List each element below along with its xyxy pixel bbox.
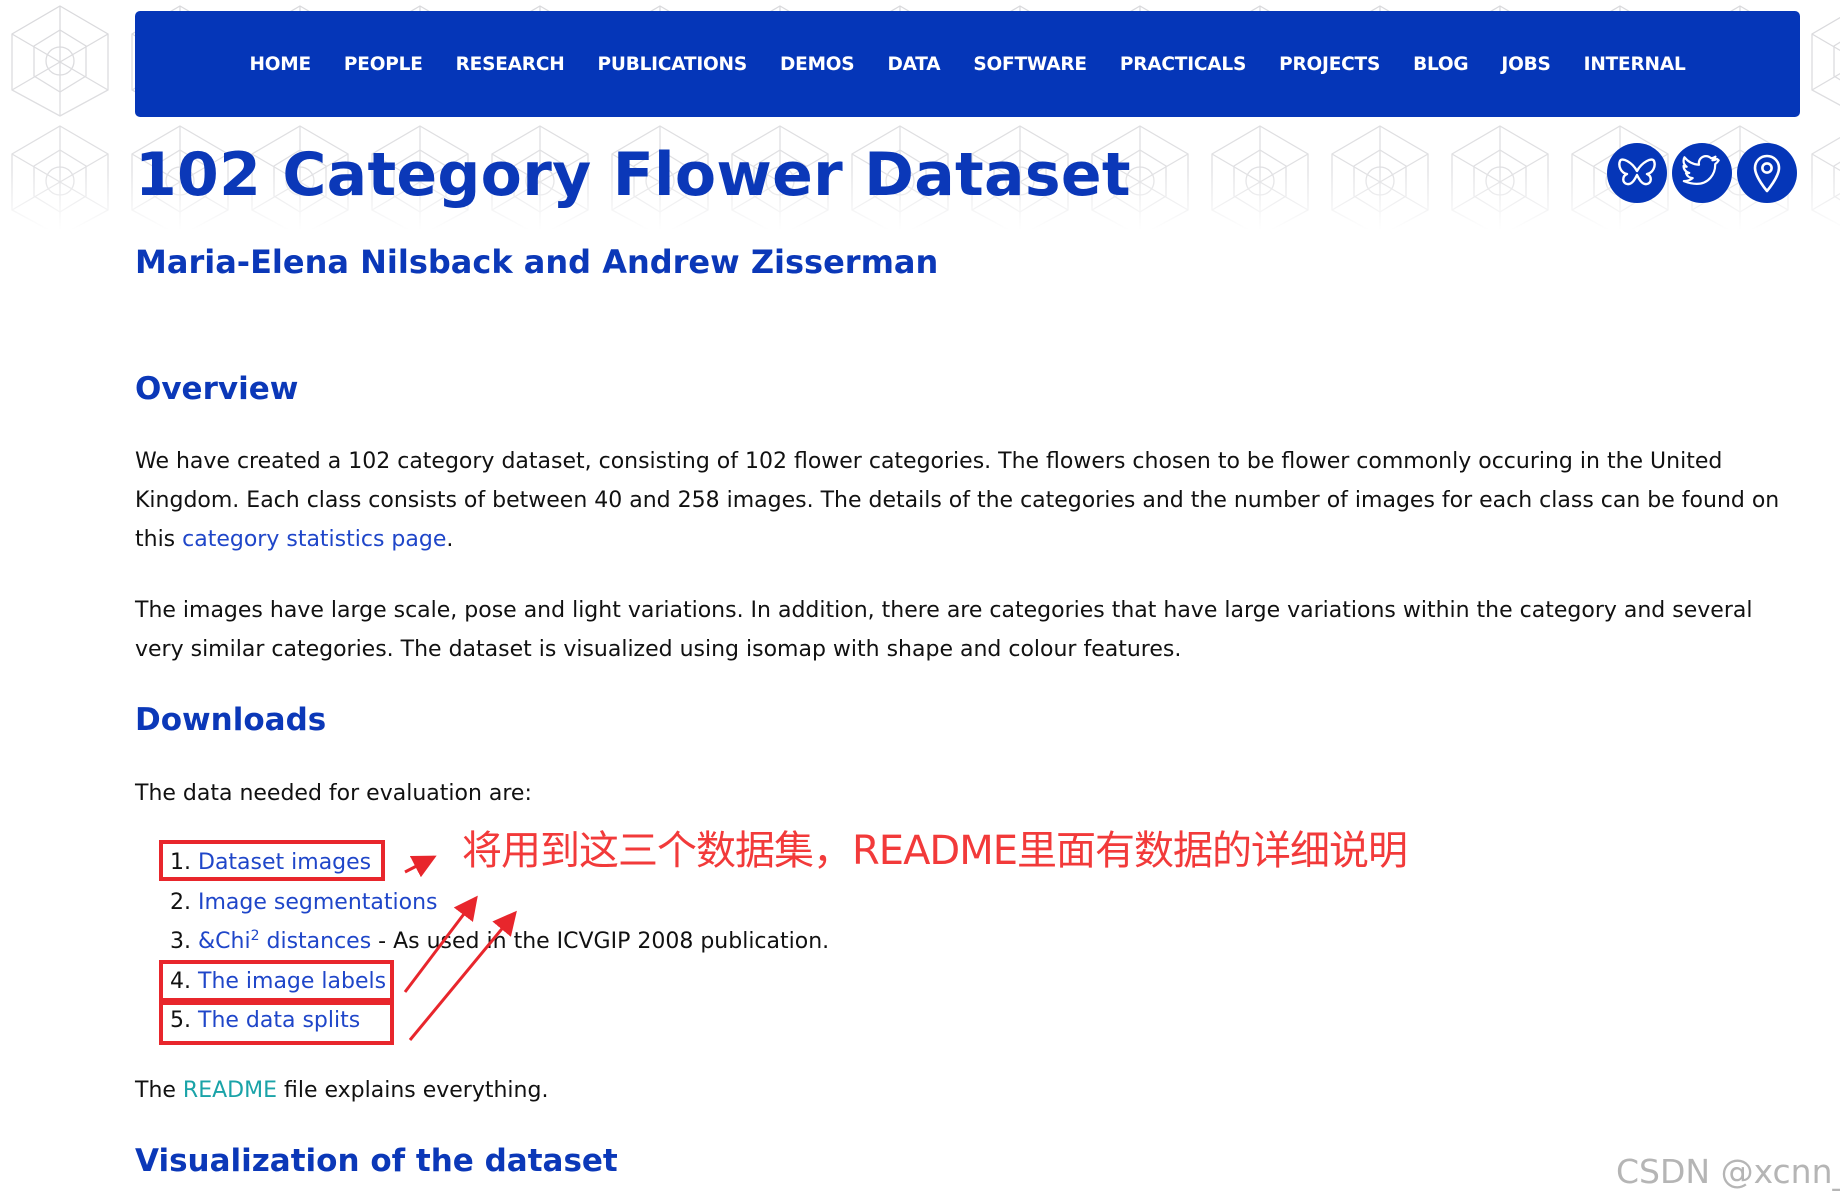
twitter-bird-icon [1682,154,1720,185]
highlight-box-dataset-images [159,840,385,881]
highlight-box-data-splits [159,1001,394,1045]
image-segmentations-link[interactable]: Image segmentations [198,890,437,915]
nav-item-jobs[interactable]: JOBS [1501,54,1550,75]
nav-item-research[interactable]: RESEARCH [456,54,565,75]
annotation-text: 将用到这三个数据集，README里面有数据的详细说明 [462,828,1408,874]
page-title: 102 Category Flower Dataset [135,140,1131,210]
readme-post: file explains everything. [276,1078,549,1103]
nav-item-internal[interactable]: INTERNAL [1584,54,1686,75]
overview-paragraph-1: We have created a 102 category dataset, … [135,442,1800,559]
downloads-heading: Downloads [135,702,327,738]
map-pin-icon [1753,154,1781,193]
chi2-description: - As used in the ICVGIP 2008 publication… [371,929,830,954]
nav-item-data[interactable]: DATA [887,54,940,75]
readme-paragraph: The README file explains everything. [135,1071,1800,1110]
watermark: CSDN @xcnn_ [1616,1152,1840,1191]
chi-text: &Chi [198,929,251,954]
nav-menu: HOME PEOPLE RESEARCH PUBLICATIONS DEMOS … [135,11,1800,117]
nav-item-publications[interactable]: PUBLICATIONS [598,54,748,75]
main-navbar: HOME PEOPLE RESEARCH PUBLICATIONS DEMOS … [135,11,1800,117]
readme-link[interactable]: README [183,1078,277,1103]
nav-item-projects[interactable]: PROJECTS [1279,54,1380,75]
nav-item-home[interactable]: HOME [249,54,311,75]
nav-item-blog[interactable]: BLOG [1413,54,1469,75]
list-number: 2. [170,889,191,915]
location-link[interactable] [1737,143,1797,203]
authors: Maria-Elena Nilsback and Andrew Zisserma… [135,243,939,281]
butterfly-icon [1618,158,1656,186]
overview-heading: Overview [135,371,299,407]
visualization-heading: Visualization of the dataset [135,1143,618,1179]
chi2-distances-link[interactable]: &Chi2 distances [198,929,371,954]
distances-text: distances [259,929,372,954]
list-item: 2. Image segmentations [170,883,829,923]
nav-item-practicals[interactable]: PRACTICALS [1120,54,1246,75]
list-number: 3. [170,929,191,954]
nav-item-demos[interactable]: DEMOS [780,54,855,75]
overview-paragraph-2: The images have large scale, pose and li… [135,598,1753,662]
twitter-link[interactable] [1672,143,1732,203]
downloads-intro: The data needed for evaluation are: [135,781,532,806]
nav-item-people[interactable]: PEOPLE [344,54,423,75]
chi-superscript: 2 [250,928,260,944]
readme-pre: The [135,1078,183,1103]
highlight-box-image-labels [159,960,394,1002]
bluesky-link[interactable] [1607,143,1667,203]
list-item: 3. &Chi2 distances - As used in the ICVG… [170,922,829,962]
overview-end: . [446,527,454,552]
nav-item-software[interactable]: SOFTWARE [973,54,1087,75]
category-statistics-link[interactable]: category statistics page [182,527,446,552]
social-links [1607,143,1797,203]
